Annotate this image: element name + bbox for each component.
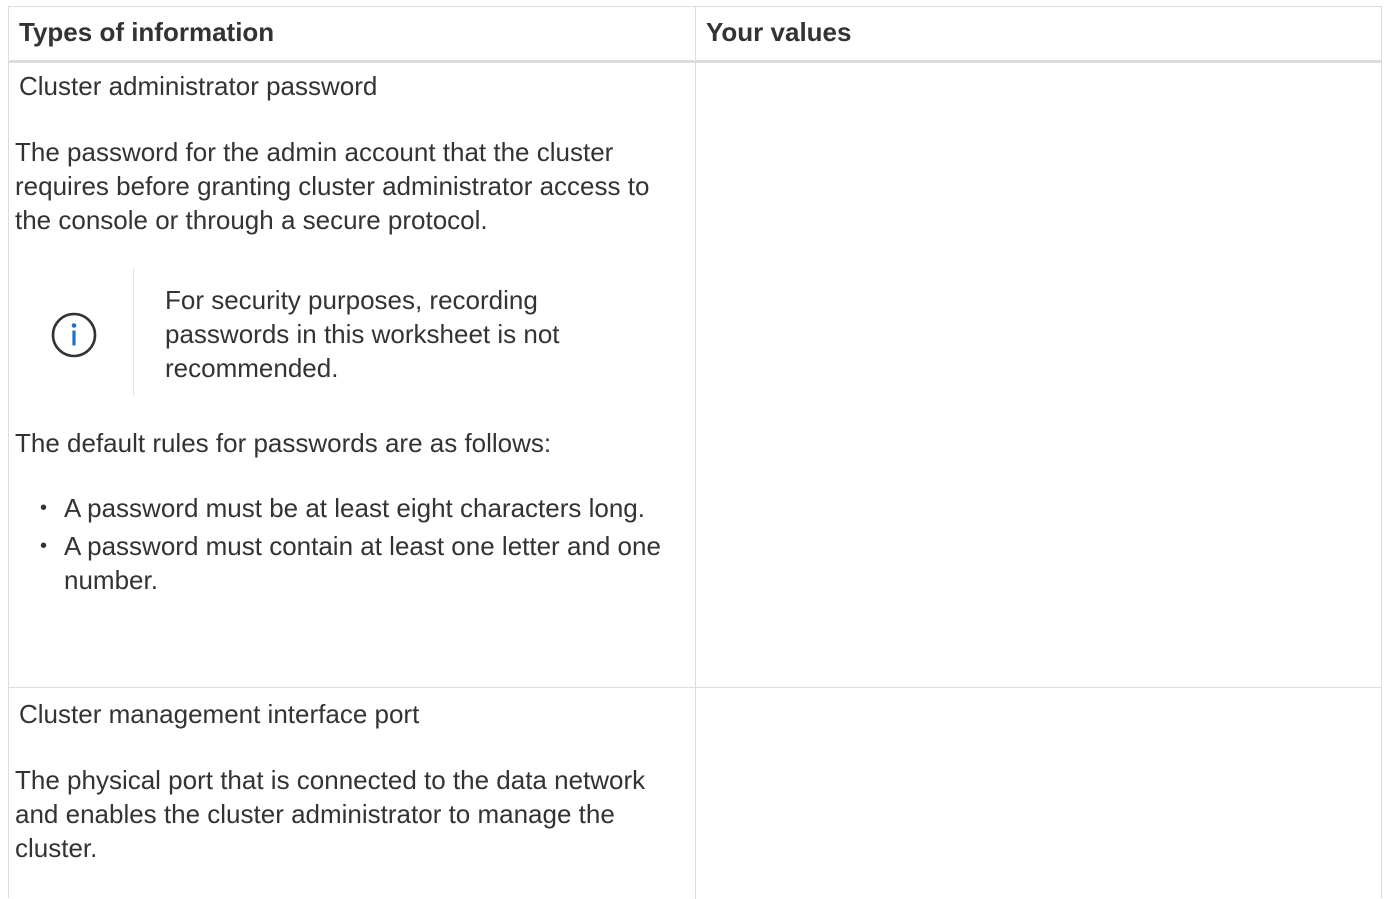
note-callout: For security purposes, recording passwor… [15,269,685,397]
column-header-types: Types of information [19,17,275,47]
column-header-values: Your values [706,17,852,47]
row-description-management-port: The physical port that is connected to t… [15,765,646,863]
row-divider [9,687,1381,688]
list-item: A password must be at least eight charac… [27,491,667,525]
note-text: For security purposes, recording passwor… [165,285,560,383]
list-item: A password must contain at least one let… [27,529,667,597]
column-divider [695,7,696,899]
password-rules-intro: The default rules for passwords are as f… [15,428,552,458]
row-title-admin-password: Cluster administrator password [19,71,378,101]
password-rules-list: A password must be at least eight charac… [27,491,667,601]
worksheet-table: Types of information Your values Cluster… [8,6,1382,899]
info-icon [51,312,97,358]
row-title-management-port: Cluster management interface port [19,699,420,729]
note-divider [133,269,134,396]
row-description-admin-password: The password for the admin account that … [15,137,650,235]
